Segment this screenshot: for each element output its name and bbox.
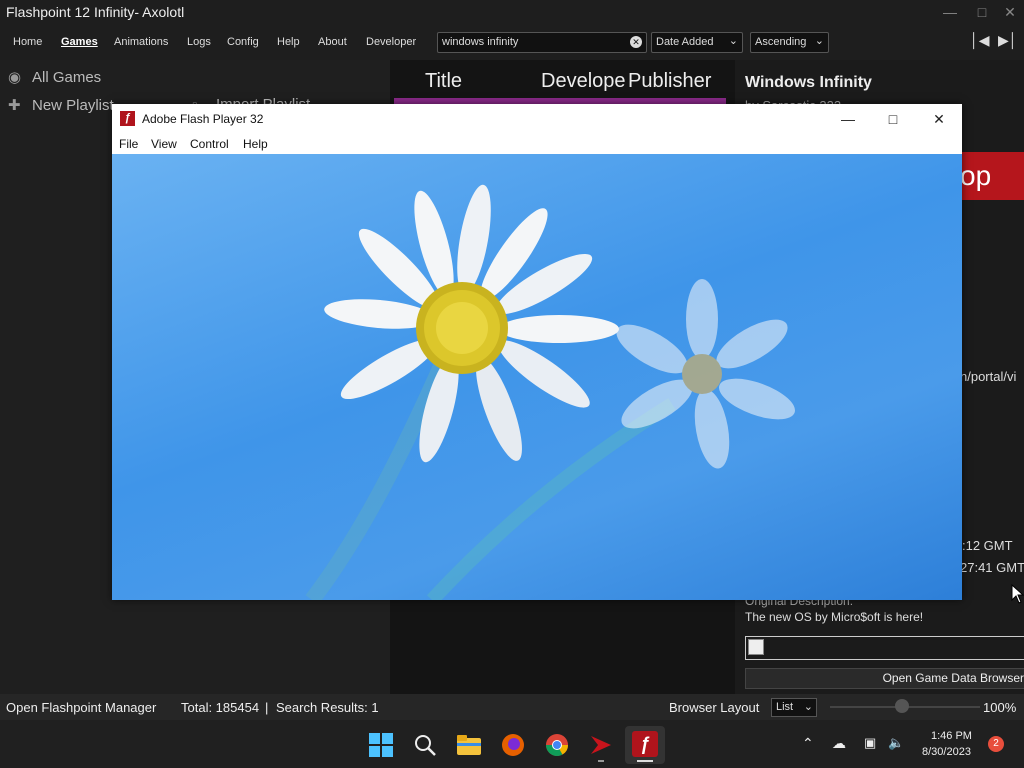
windows-start-icon[interactable] — [369, 733, 393, 757]
search-results-count: Search Results: 1 — [276, 700, 379, 715]
clock-date[interactable]: 8/30/2023 — [922, 746, 971, 758]
original-description: The new OS by Micro$oft is here! — [745, 610, 924, 624]
date-modified: 27:41 GMT — [960, 560, 1024, 575]
notification-badge[interactable]: 2 — [988, 736, 1004, 752]
sort-field-value: Date Added — [656, 36, 714, 48]
flash-menu-help[interactable]: Help — [243, 137, 268, 151]
broken-image-icon — [748, 639, 764, 655]
clock-time[interactable]: 1:46 PM — [931, 730, 972, 742]
menu-games[interactable]: Games — [61, 36, 98, 48]
flash-menu-control[interactable]: Control — [190, 137, 229, 151]
chevron-down-icon: ⌄ — [728, 35, 738, 47]
game-logo-text: op — [960, 160, 992, 191]
active-indicator — [637, 760, 653, 762]
menu-animations[interactable]: Animations — [114, 36, 168, 48]
layout-value: List — [776, 701, 794, 713]
app-title: Flashpoint 12 Infinity- Axolotl — [6, 4, 185, 20]
search-input[interactable]: windows infinity ✕ — [437, 32, 647, 53]
search-icon[interactable] — [413, 733, 437, 757]
search-value: windows infinity — [442, 36, 519, 48]
layout-select[interactable]: List ⌄ — [771, 698, 817, 717]
source-url[interactable]: n/portal/vi — [960, 369, 1024, 384]
volume-icon[interactable]: 🔈 — [888, 735, 904, 751]
zoom-slider-thumb[interactable] — [895, 699, 909, 713]
status-separator: | — [265, 700, 269, 715]
file-explorer-icon[interactable] — [456, 733, 482, 757]
onedrive-offline-icon[interactable]: ☁ — [832, 735, 846, 752]
flash-content-wallpaper[interactable] — [112, 154, 962, 600]
flash-menu-bar — [112, 134, 962, 154]
daisy-wallpaper-image — [305, 184, 795, 600]
minimize-icon[interactable]: — — [940, 2, 960, 22]
flash-player-window: ƒ Adobe Flash Player 32 — □ ✕ File View … — [112, 104, 962, 600]
chevron-up-icon[interactable]: ⌃ — [802, 735, 814, 752]
maximize-icon[interactable]: □ — [972, 2, 992, 22]
flash-menu-view[interactable]: View — [151, 137, 177, 151]
sort-order-select[interactable]: Ascending ⌄ — [750, 32, 829, 53]
date-added: :12 GMT — [962, 538, 1013, 553]
flash-player-icon[interactable]: ƒ — [632, 731, 658, 757]
flash-close-icon[interactable]: ✕ — [927, 108, 951, 130]
flash-minimize-icon[interactable]: — — [836, 108, 860, 130]
chevron-down-icon: ⌄ — [803, 701, 813, 713]
column-title[interactable]: Title — [425, 70, 462, 93]
sidebar-item-new-playlist[interactable]: ✚ New Playlist — [8, 96, 114, 114]
total-count: Total: 185454 — [181, 700, 260, 715]
menu-about[interactable]: About — [318, 36, 347, 48]
network-icon[interactable]: ▣ — [864, 735, 876, 751]
sort-field-select[interactable]: Date Added ⌄ — [651, 32, 743, 53]
close-icon[interactable]: ✕ — [1000, 2, 1020, 22]
flash-menu-file[interactable]: File — [119, 137, 138, 151]
flashpoint-icon[interactable] — [588, 732, 614, 758]
chrome-icon[interactable] — [544, 732, 570, 758]
eye-icon: ◉ — [8, 69, 22, 86]
flash-window-title: Adobe Flash Player 32 — [142, 112, 264, 126]
flash-maximize-icon[interactable]: □ — [881, 108, 905, 130]
screenshot-box[interactable] — [745, 636, 1024, 660]
collapse-right-icon[interactable]: ▶│ — [998, 32, 1018, 49]
plus-icon: ✚ — [8, 97, 21, 114]
sort-order-value: Ascending — [755, 36, 807, 48]
running-indicator — [598, 760, 604, 762]
clear-search-icon[interactable]: ✕ — [630, 36, 642, 48]
collapse-left-icon[interactable]: │◀ — [970, 32, 990, 49]
browser-layout-label: Browser Layout — [669, 700, 760, 715]
column-developer[interactable]: Developer — [541, 70, 626, 93]
sidebar-item-all-games[interactable]: ◉ All Games — [8, 68, 101, 86]
menu-help[interactable]: Help — [277, 36, 300, 48]
zoom-level: 100% — [983, 700, 1017, 715]
mouse-cursor-icon — [1011, 584, 1024, 604]
chevron-down-icon: ⌄ — [814, 35, 824, 47]
sidebar-item-label: New Playlist — [32, 97, 114, 114]
open-game-data-browser-button[interactable]: Open Game Data Browser — [745, 668, 1024, 689]
menu-developer[interactable]: Developer — [366, 36, 416, 48]
menu-home[interactable]: Home — [13, 36, 42, 48]
menu-config[interactable]: Config — [227, 36, 259, 48]
button-label: Open Game Data Browser — [882, 671, 1024, 685]
menu-logs[interactable]: Logs — [187, 36, 211, 48]
firefox-icon[interactable] — [500, 732, 526, 758]
column-publisher[interactable]: Publisher — [628, 70, 714, 93]
game-title: Windows Infinity — [745, 74, 872, 91]
open-manager-link[interactable]: Open Flashpoint Manager — [6, 700, 156, 715]
flash-logo-icon: ƒ — [120, 111, 135, 126]
sidebar-item-label: All Games — [32, 69, 102, 86]
